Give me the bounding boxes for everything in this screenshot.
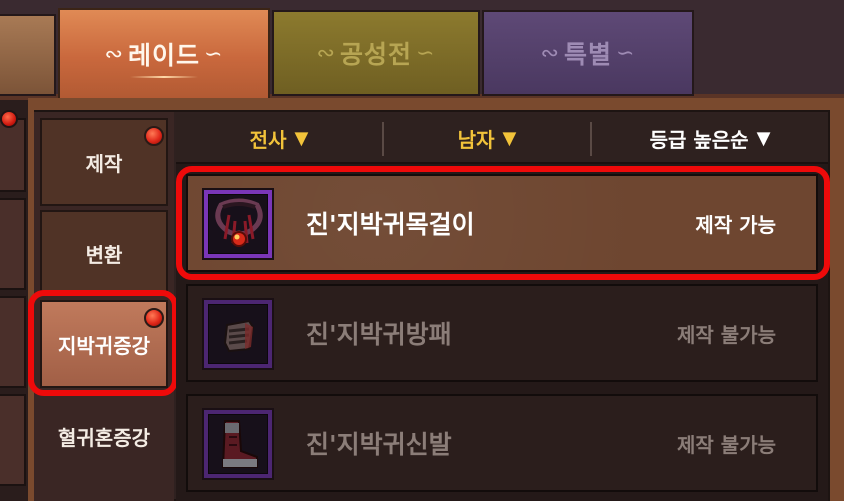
dropdown-arrow-icon: ▼ (294, 127, 309, 149)
tab-raid-label: 레이드 (127, 41, 200, 70)
ornament-left-icon: ∾ (104, 41, 124, 67)
ornament-left-icon: ∾ (540, 40, 560, 66)
side-menu-convert[interactable]: 변환 (40, 210, 168, 296)
item-icon-frame (202, 188, 274, 260)
notification-dot (144, 126, 164, 146)
ornament-left-icon: ∾ (316, 40, 336, 66)
tab-siege-label: 공성전 (339, 40, 412, 69)
tab-special[interactable]: ∾ 특별 ∽ (482, 10, 694, 96)
filter-class-label: 전사 (249, 127, 287, 152)
edge-stub (0, 118, 26, 192)
tab-special-label: 특별 (563, 40, 612, 69)
side-menu-craft[interactable]: 제작 (40, 118, 168, 206)
ornament-right-icon: ∽ (416, 40, 436, 66)
filter-class[interactable]: 전사 ▼ (176, 114, 382, 162)
item-icon-frame (202, 298, 274, 370)
filter-sort[interactable]: 등급 높은순 ▼ (592, 114, 828, 162)
dropdown-arrow-icon: ▼ (502, 127, 517, 149)
item-icon-frame (202, 408, 274, 480)
item-row-boots[interactable]: 진'지박귀신발 제작 불가능 (186, 394, 818, 492)
notification-dot (0, 110, 18, 128)
edge-stub (0, 296, 26, 388)
item-name: 진'지박귀방패 (306, 320, 452, 349)
item-row-necklace[interactable]: 진'지박귀목걸이 제작 가능 (186, 174, 818, 272)
filter-gender[interactable]: 남자 ▼ (384, 114, 590, 162)
shield-icon (208, 304, 268, 364)
item-row-shield[interactable]: 진'지박귀방패 제작 불가능 (186, 284, 818, 382)
side-menu-label: 혈귀혼증강 (58, 425, 150, 450)
side-menu-jibakgwi-enhance[interactable]: 지박귀증강 (40, 300, 168, 388)
item-status: 제작 가능 (695, 212, 776, 237)
side-menu-label: 제작 (85, 151, 123, 176)
filter-sort-label: 등급 높은순 (649, 127, 749, 152)
side-menu-hyeolgwihon-enhance[interactable]: 혈귀혼증강 (40, 392, 168, 480)
necklace-icon (208, 194, 268, 254)
tab-siege[interactable]: ∾ 공성전 ∽ (272, 10, 480, 96)
tab-underline (130, 76, 198, 78)
side-menu-label: 지박귀증강 (58, 333, 150, 358)
edge-stub (0, 394, 26, 486)
dropdown-arrow-icon: ▼ (756, 127, 771, 149)
tab-raid[interactable]: ∾ 레이드 ∽ (58, 8, 270, 100)
ornament-right-icon: ∽ (204, 41, 224, 67)
filter-bar: 전사 ▼ 남자 ▼ 등급 높은순 ▼ (176, 114, 828, 164)
notification-dot (144, 308, 164, 328)
item-status: 제작 불가능 (677, 432, 776, 457)
item-name: 진'지박귀신발 (306, 430, 452, 459)
filter-gender-label: 남자 (457, 127, 495, 152)
item-status: 제작 불가능 (677, 322, 776, 347)
tab-previous[interactable] (0, 14, 56, 96)
item-name: 진'지박귀목걸이 (306, 210, 475, 239)
ornament-right-icon: ∽ (616, 40, 636, 66)
edge-stub (0, 198, 26, 290)
boots-icon (208, 414, 268, 474)
side-menu-label: 변환 (85, 242, 123, 267)
